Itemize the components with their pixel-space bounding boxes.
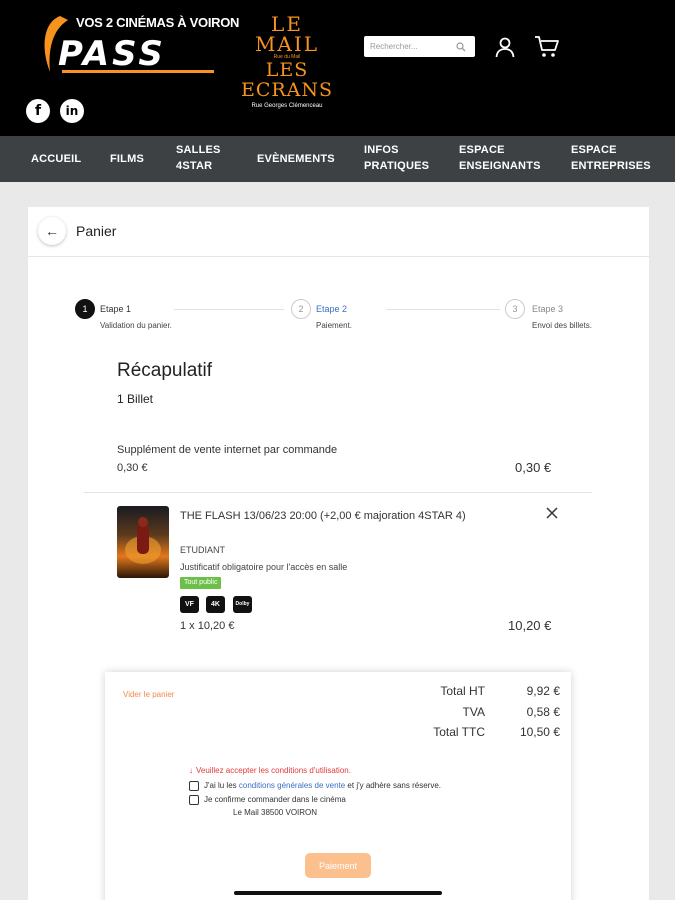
total-ttc-label: Total TTC — [433, 725, 485, 739]
mail-logo-address: Rue Georges Clémenceau — [251, 103, 323, 109]
step-connector — [386, 309, 500, 310]
nav-espace-entreprises[interactable]: ESPACE ENTREPRISES — [571, 142, 651, 174]
pass-underline — [62, 70, 214, 73]
pass-wordmark: PASS — [58, 34, 166, 74]
nav-enseignants-line2: ENSEIGNANTS — [459, 160, 541, 172]
le-mail-logo[interactable]: LE MAIL Rue du Mail LES ECRANS Rue Georg… — [240, 12, 334, 109]
facebook-icon[interactable]: f — [26, 99, 50, 123]
warning-arrow-icon: ↓ — [189, 766, 193, 775]
nav-entreprises-line1: ESPACE — [571, 144, 617, 156]
recap-title: Récapulatif — [117, 360, 213, 381]
tva-value: 0,58 € — [526, 705, 560, 719]
supplement-total: 0,30 € — [515, 460, 552, 475]
search-box — [364, 36, 475, 57]
nav-accueil[interactable]: ACCUEIL — [31, 151, 81, 167]
pass-logo[interactable]: VOS 2 CINÉMAS À VOIRON PASS — [38, 12, 239, 78]
step-2-subtitle: Paiement. — [316, 321, 353, 330]
nav-evenements[interactable]: EVÈNEMENTS — [257, 151, 335, 167]
step-3-subtitle: Envoi des billets. — [532, 321, 593, 330]
home-indicator — [234, 891, 442, 895]
vf-format-icon: VF — [180, 596, 199, 613]
step-3-circle: 3 — [505, 299, 525, 319]
step-1-subtitle: Validation du panier. — [100, 321, 172, 330]
poster-art — [125, 517, 161, 564]
confirm-cinema-label: Je confirme commander dans le cinéma — [204, 795, 346, 804]
nav-infos-line1: INFOS — [364, 144, 399, 156]
cgv-prefix: J'ai lu les — [204, 781, 237, 790]
rating-badge: Tout public — [180, 577, 222, 589]
cart-header: ← Panier — [28, 207, 649, 257]
nav-enseignants-line1: ESPACE — [459, 144, 505, 156]
pass-tagline: VOS 2 CINÉMAS À VOIRON — [76, 15, 240, 30]
nav-films[interactable]: FILMS — [110, 151, 144, 167]
total-ht-value: 9,92 € — [526, 684, 560, 698]
user-account-icon[interactable] — [493, 35, 517, 59]
order-summary: Vider le panier Total HT 9,92 € TVA 0,58… — [105, 672, 571, 900]
divider — [84, 492, 592, 493]
remove-item-close-icon[interactable] — [544, 505, 560, 521]
mail-logo-line2: LES ECRANS — [240, 59, 334, 101]
ticket-total: 10,20 € — [508, 618, 552, 633]
step-2-circle: 2 — [291, 299, 311, 319]
cgv-label: J'ai lu les conditions générales de vent… — [204, 781, 441, 790]
search-icon[interactable] — [455, 41, 467, 53]
total-ttc-value: 10,50 € — [519, 725, 560, 739]
cgv-link[interactable]: conditions générales de vente — [239, 781, 345, 790]
nav-salles-4star[interactable]: SALLES 4STAR — [176, 142, 221, 174]
nav-infos-line2: PRATIQUES — [364, 160, 430, 172]
nav-infos-pratiques[interactable]: INFOS PRATIQUES — [364, 142, 429, 174]
step-connector — [174, 309, 284, 310]
mail-logo-line1: LE MAIL — [254, 12, 320, 56]
step-1-title: Etape 1 — [100, 304, 132, 314]
4k-format-icon: 4K — [206, 596, 225, 613]
ticket-note: Justificatif obligatoire pour l'accès en… — [180, 562, 348, 572]
cart-icon[interactable] — [533, 34, 561, 60]
ticket-count: 1 Billet — [117, 392, 154, 406]
linkedin-icon[interactable]: in — [60, 99, 84, 123]
total-ht-label: Total HT — [440, 684, 485, 698]
movie-poster-image — [117, 506, 169, 578]
terms-warning: ↓ Veuillez accepter les conditions d'util… — [189, 766, 351, 775]
search-input[interactable] — [370, 36, 456, 57]
tva-label: TVA — [462, 705, 485, 719]
nav-espace-enseignants[interactable]: ESPACE ENSEIGNANTS — [459, 142, 541, 174]
cart-title: Panier — [76, 223, 117, 239]
step-2-title: Etape 2 — [316, 304, 348, 314]
confirm-cinema-checkbox[interactable] — [189, 795, 199, 805]
empty-cart-link[interactable]: Vider le panier — [123, 690, 174, 699]
terms-warning-text: Veuillez accepter les conditions d'utili… — [196, 766, 351, 775]
cgv-suffix: et j'y adhère sans réserve. — [347, 781, 441, 790]
step-1-circle: 1 — [75, 299, 95, 319]
back-arrow-icon[interactable]: ← — [38, 217, 66, 245]
ticket-tarif: ETUDIANT — [180, 545, 225, 555]
site-header: VOS 2 CINÉMAS À VOIRON PASS LE MAIL Rue … — [0, 0, 675, 136]
nav-salles-line2: 4STAR — [176, 160, 213, 172]
dolby-format-icon: Dolby — [233, 596, 252, 613]
step-3-title: Etape 3 — [532, 304, 564, 314]
ticket-quantity: 1 x 10,20 € — [180, 620, 235, 632]
supplement-unit-price: 0,30 € — [117, 462, 148, 474]
nav-entreprises-line2: ENTREPRISES — [571, 160, 651, 172]
payment-button[interactable]: Paiement — [305, 853, 371, 878]
main-navigation: ACCUEIL FILMS SALLES 4STAR EVÈNEMENTS IN… — [0, 136, 675, 182]
cinema-address: Le Mail 38500 VOIRON — [233, 808, 318, 817]
cgv-checkbox[interactable] — [189, 781, 199, 791]
supplement-label: Supplément de vente internet par command… — [117, 444, 338, 456]
cart-card: ← Panier 1 Etape 1 Validation du panier.… — [28, 207, 649, 900]
nav-salles-line1: SALLES — [176, 144, 221, 156]
ticket-title: THE FLASH 13/06/23 20:00 (+2,00 € majora… — [180, 510, 466, 522]
